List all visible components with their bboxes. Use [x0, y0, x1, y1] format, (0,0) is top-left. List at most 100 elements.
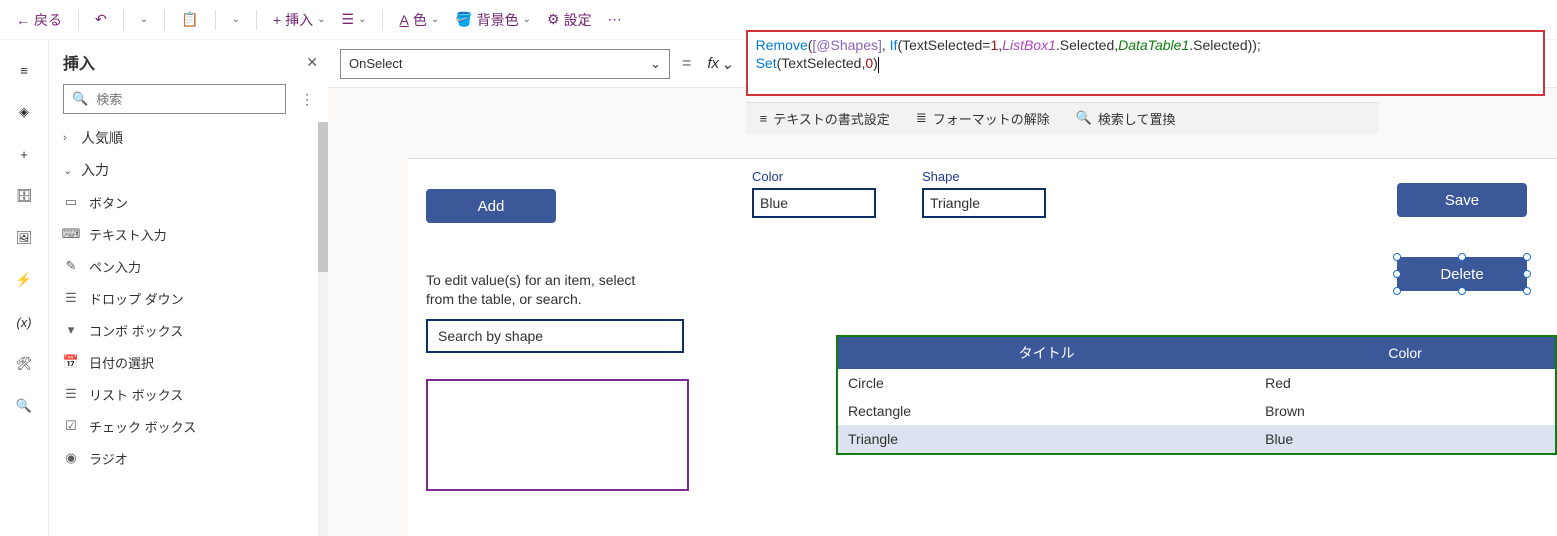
text-cursor	[878, 57, 879, 73]
table-header-color[interactable]: Color	[1255, 337, 1555, 369]
add-button[interactable]: Add	[426, 189, 556, 223]
advanced-tools-icon[interactable]: 🛠	[14, 354, 34, 374]
table-header-title[interactable]: タイトル	[838, 337, 1255, 369]
table-row[interactable]: TriangleBlue	[838, 425, 1555, 453]
listbox1[interactable]	[426, 379, 689, 491]
tree-view-icon[interactable]: ≡	[14, 60, 34, 80]
category-label: 人気順	[81, 128, 123, 148]
insert-icon[interactable]: +	[14, 144, 34, 164]
formula-editor[interactable]: Remove([@Shapes], If(TextSelected=1,List…	[746, 30, 1545, 96]
panel-search-box[interactable]: 🔍	[63, 84, 286, 114]
remove-format-button[interactable]: ≣フォーマットの解除	[916, 109, 1050, 128]
category-popular[interactable]: › 人気順	[49, 122, 318, 154]
media-icon[interactable]: 🖼	[14, 228, 34, 248]
chevron-down-icon: ⌄	[317, 14, 325, 25]
insert-item-combobox[interactable]: ▾コンボ ボックス	[49, 314, 318, 346]
gear-icon: ⚙	[547, 11, 560, 28]
remove-format-icon: ≣	[916, 110, 927, 126]
settings-button[interactable]: ⚙ 設定	[541, 5, 598, 35]
shape-input[interactable]: Triangle	[922, 188, 1046, 218]
panel-title: 挿入	[63, 50, 306, 74]
search-by-shape-input[interactable]: Search by shape	[426, 319, 684, 353]
ellipsis-icon: ⋯	[608, 11, 622, 28]
listbox-icon: ☰	[63, 386, 79, 402]
data-icon[interactable]: 🗄	[14, 186, 34, 206]
panel-scrollbar[interactable]	[318, 122, 328, 536]
cell-color: Red	[1255, 369, 1555, 397]
save-button[interactable]: Save	[1397, 183, 1527, 217]
item-label: チェック ボックス	[89, 417, 196, 436]
close-icon[interactable]: ✕	[306, 54, 318, 71]
insert-item-checkbox[interactable]: ☑ チェック ボックス	[49, 410, 318, 442]
font-color-button[interactable]: A 色 ⌄	[393, 5, 445, 35]
find-replace-button[interactable]: 🔍検索して置換	[1076, 109, 1176, 128]
plus-icon: +	[273, 12, 281, 28]
property-selector[interactable]: OnSelect ⌄	[340, 49, 670, 79]
resize-handle[interactable]	[1458, 287, 1466, 295]
fill-color-button[interactable]: 🪣 背景色 ⌄	[449, 5, 537, 35]
insert-item-radio[interactable]: ◉ラジオ	[49, 442, 318, 474]
insert-item-dropdown[interactable]: ☰ドロップ ダウン	[49, 282, 318, 314]
shape-label: Shape	[922, 169, 1046, 184]
resize-handle[interactable]	[1393, 253, 1401, 261]
insert-item-listbox[interactable]: ☰リスト ボックス	[49, 378, 318, 410]
undo-icon: ↶	[95, 11, 107, 28]
category-input[interactable]: ⌄ 入力	[49, 154, 318, 186]
resize-handle[interactable]	[1523, 253, 1531, 261]
clipboard-icon: 📋	[181, 11, 198, 28]
datatable1[interactable]: タイトル Color CircleRed RectangleBrown Tria…	[836, 335, 1557, 455]
list-button[interactable]: ☰ ⌄	[336, 5, 373, 35]
scrollbar-thumb[interactable]	[318, 122, 328, 272]
find-replace-label: 検索して置換	[1098, 109, 1176, 128]
back-label: 戻る	[34, 10, 62, 30]
chevron-down-icon: ⌄	[232, 14, 240, 25]
power-automate-icon[interactable]: ⚡	[14, 270, 34, 290]
color-input[interactable]: Blue	[752, 188, 876, 218]
panel-more-icon[interactable]: ⋮	[296, 91, 318, 108]
insert-item-button[interactable]: ▭ ボタン	[49, 186, 318, 218]
chevron-down-icon: ⌄	[650, 56, 661, 72]
app-canvas[interactable]: Add Color Blue Shape Triangle Save Delet…	[408, 158, 1557, 536]
add-label: Add	[478, 198, 505, 215]
arrow-left-icon: ←	[16, 12, 30, 28]
item-label: ボタン	[89, 193, 128, 212]
delete-label: Delete	[1440, 266, 1483, 283]
back-button[interactable]: ← 戻る	[10, 5, 68, 35]
insert-button[interactable]: + 挿入 ⌄	[267, 5, 332, 35]
resize-handle[interactable]	[1458, 253, 1466, 261]
table-row[interactable]: CircleRed	[838, 369, 1555, 397]
settings-label: 設定	[564, 10, 592, 30]
panel-search-input[interactable]	[96, 92, 277, 107]
resize-handle[interactable]	[1523, 287, 1531, 295]
resize-handle[interactable]	[1393, 287, 1401, 295]
paste-dropdown[interactable]: ⌄	[226, 5, 246, 35]
resize-handle[interactable]	[1393, 270, 1401, 278]
chevron-down-icon: ⌄	[431, 14, 439, 25]
insert-item-datepicker[interactable]: 📅日付の選択	[49, 346, 318, 378]
color-label: Color	[752, 169, 876, 184]
insert-item-peninput[interactable]: ✎ペン入力	[49, 250, 318, 282]
variables-icon[interactable]: (x)	[14, 312, 34, 332]
fx-button[interactable]: fx⌄	[703, 55, 737, 73]
table-row[interactable]: RectangleBrown	[838, 397, 1555, 425]
cell-title: Circle	[838, 369, 1255, 397]
more-button[interactable]: ⋯	[602, 5, 628, 35]
undo-dropdown[interactable]: ⌄	[134, 5, 154, 35]
resize-handle[interactable]	[1523, 270, 1531, 278]
insert-item-textinput[interactable]: ⌨テキスト入力	[49, 218, 318, 250]
list-icon: ☰	[342, 11, 355, 28]
checkbox-icon: ☑	[63, 418, 79, 434]
search-icon[interactable]: 🔍	[14, 396, 34, 416]
pen-icon: ✎	[63, 258, 79, 274]
calendar-icon: 📅	[63, 354, 79, 370]
workspace: OnSelect ⌄ = fx⌄ Remove([@Shapes], If(Te…	[328, 40, 1557, 536]
button-icon: ▭	[63, 194, 79, 210]
cell-title: Rectangle	[838, 397, 1255, 425]
delete-button[interactable]: Delete	[1397, 257, 1527, 291]
format-text-button[interactable]: ≡テキストの書式設定	[760, 109, 890, 128]
undo-button[interactable]: ↶	[89, 5, 113, 35]
insert-panel: 挿入 ✕ 🔍 ⋮ › 人気順 ⌄ 入力 ▭ ボタン ⌨テキスト入力	[48, 40, 328, 536]
paste-button[interactable]: 📋	[175, 5, 204, 35]
layers-icon[interactable]: ◈	[14, 102, 34, 122]
divider	[164, 10, 165, 30]
